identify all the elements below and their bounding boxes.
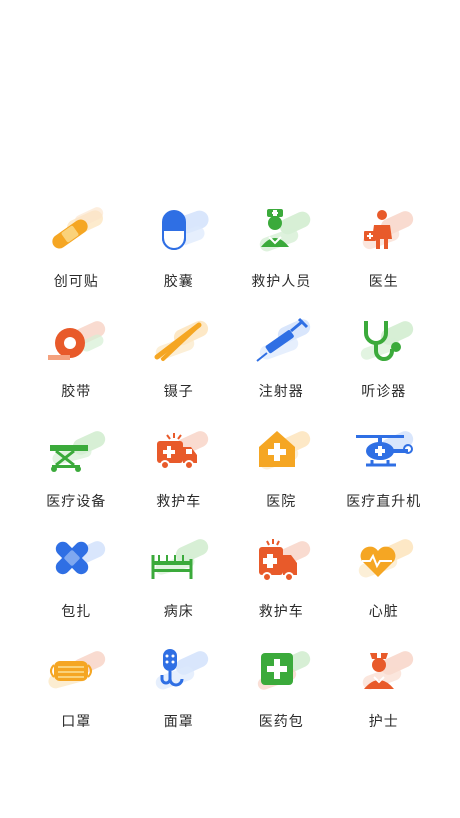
icon-item-bandage-cross[interactable]: 包扎 (25, 535, 128, 645)
icon-item-capsule[interactable]: 胶囊 (128, 205, 231, 315)
face-mask-icon (155, 649, 208, 690)
icon-item-mask[interactable]: 口罩 (25, 645, 128, 755)
hospital-bed-icon (151, 539, 208, 579)
icon-item-hospital[interactable]: 医院 (230, 425, 333, 535)
tweezers-icon (154, 320, 208, 361)
tape-icon (48, 321, 106, 360)
icon-label: 听诊器 (361, 384, 407, 400)
icon-item-doctor[interactable]: 医生 (333, 205, 436, 315)
icon-label: 胶带 (61, 384, 92, 400)
icon-item-hospital-bed[interactable]: 病床 (128, 535, 231, 645)
icon-item-bandage[interactable]: 创可贴 (25, 205, 128, 315)
nurse-icon (362, 651, 413, 690)
icon-item-heart[interactable]: 心脏 (333, 535, 436, 645)
icon-item-syringe[interactable]: 注射器 (230, 315, 333, 425)
helicopter-icon (355, 431, 413, 467)
mask-icon (48, 651, 106, 689)
icon-label: 口罩 (61, 714, 92, 730)
icon-label: 护士 (368, 714, 399, 730)
icon-item-medkit[interactable]: 医药包 (230, 645, 333, 755)
bandage-cross-icon (56, 541, 106, 575)
icon-label: 医药包 (258, 714, 304, 730)
ambulance-icon (156, 431, 208, 470)
icon-item-stretcher[interactable]: 医疗设备 (25, 425, 128, 535)
icon-item-medic[interactable]: 救护人员 (230, 205, 333, 315)
syringe-icon (256, 317, 311, 362)
icon-label: 包扎 (61, 604, 92, 620)
icon-label: 镊子 (163, 384, 194, 400)
icon-grid: 创可贴 胶囊 救护人员 医生 胶带 镊子 注射器 听诊器 医疗设备 救护车 医院… (25, 205, 435, 755)
doctor-icon (362, 210, 413, 250)
icon-item-helicopter[interactable]: 医疗直升机 (333, 425, 436, 535)
ambulance-truck-icon (259, 539, 311, 582)
heart-icon (358, 539, 413, 578)
icon-label: 病床 (163, 604, 194, 620)
icon-label: 面罩 (163, 714, 194, 730)
medkit-icon (258, 651, 311, 690)
icon-label: 心脏 (368, 604, 399, 620)
icon-label: 注射器 (258, 384, 304, 400)
icon-item-tweezers[interactable]: 镊子 (128, 315, 231, 425)
icon-label: 救护车 (258, 604, 304, 620)
icon-label: 医疗设备 (46, 494, 107, 510)
icon-label: 医院 (266, 494, 297, 510)
stretcher-icon (50, 431, 106, 472)
icon-label: 医生 (368, 274, 399, 290)
icon-label: 胶囊 (163, 274, 194, 290)
capsule-icon (161, 210, 209, 250)
icon-label: 救护车 (156, 494, 202, 510)
icon-item-stethoscope[interactable]: 听诊器 (333, 315, 436, 425)
medic-icon (260, 209, 311, 252)
icon-item-face-mask[interactable]: 面罩 (128, 645, 231, 755)
icon-item-ambulance-truck[interactable]: 救护车 (230, 535, 333, 645)
icon-item-tape[interactable]: 胶带 (25, 315, 128, 425)
bandage-icon (52, 207, 104, 249)
icon-label: 创可贴 (53, 274, 99, 290)
icon-label: 医疗直升机 (346, 494, 422, 510)
hospital-icon (259, 431, 311, 470)
stethoscope-icon (360, 321, 413, 361)
icon-label: 救护人员 (251, 274, 312, 290)
icon-item-ambulance[interactable]: 救护车 (128, 425, 231, 535)
icon-item-nurse[interactable]: 护士 (333, 645, 436, 755)
